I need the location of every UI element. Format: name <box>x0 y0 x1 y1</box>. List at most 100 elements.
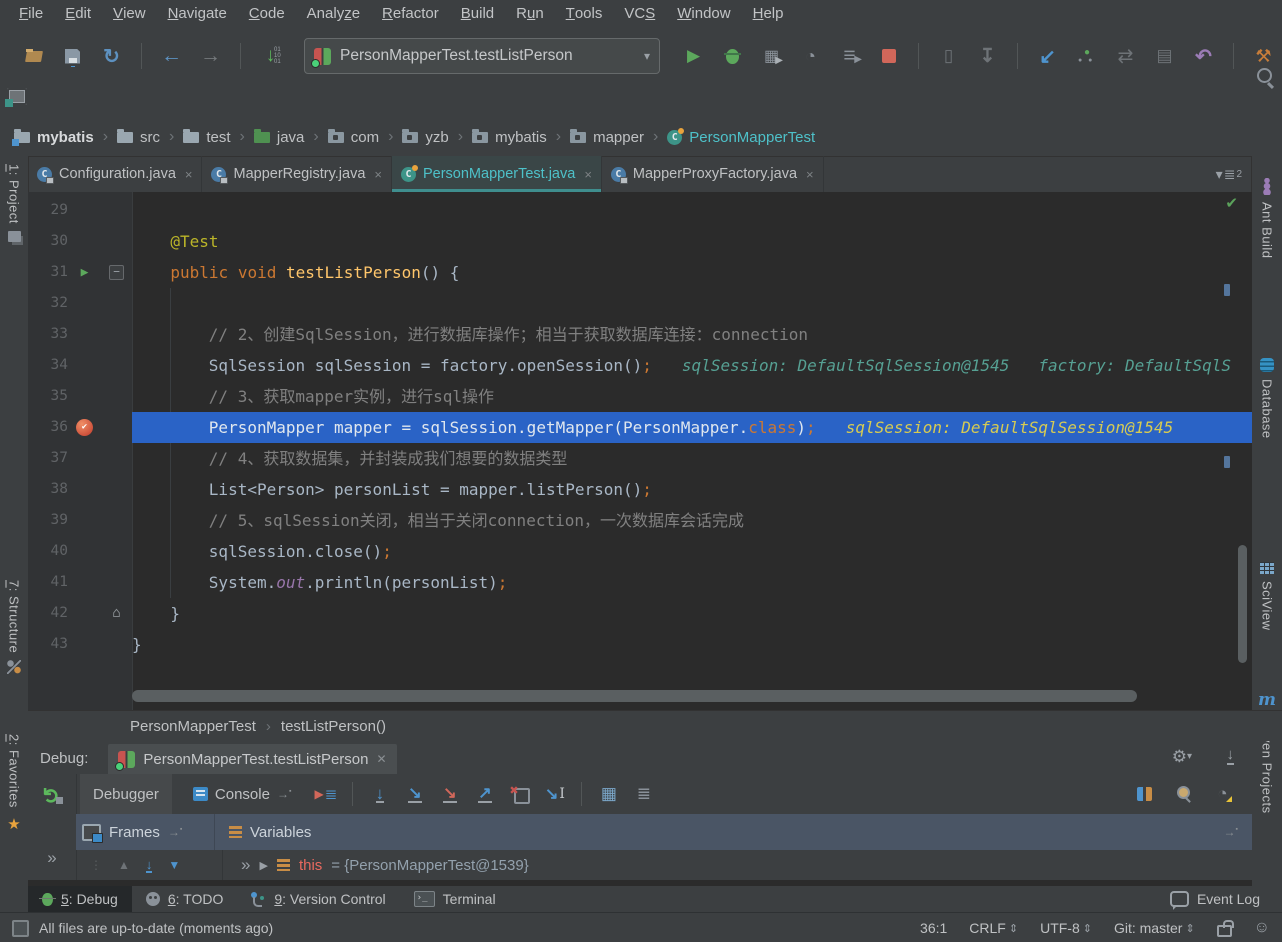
tool-strip-2-favorites[interactable]: 2: Favorites <box>0 734 28 833</box>
drag-handle-icon[interactable]: ⋮ <box>90 858 102 872</box>
memory-view-icon[interactable] <box>1170 781 1197 807</box>
settings-gear-icon[interactable]: ⚙▾ <box>1172 747 1192 767</box>
hide-window-icon[interactable]: ↓ <box>1226 746 1234 765</box>
menu-view[interactable]: View <box>102 0 157 27</box>
expand-icon[interactable]: ▶ <box>259 859 267 872</box>
tool-strip-maven-projects[interactable]: Maven Projects <box>1252 690 1282 814</box>
breadcrumb-mybatis[interactable]: mybatis <box>468 128 551 146</box>
run-configuration-select[interactable]: PersonMapperTest.testListPerson ▾ <box>304 38 660 74</box>
save-all-icon[interactable] <box>59 43 86 69</box>
run-icon[interactable] <box>680 43 707 69</box>
breadcrumb-mybatis[interactable]: mybatis <box>10 128 98 146</box>
tool-strip-1-project[interactable]: 1: Project <box>0 164 28 242</box>
screen-tool-icon[interactable] <box>5 88 27 107</box>
drop-frame-icon[interactable] <box>506 781 533 807</box>
back-icon[interactable] <box>158 43 185 69</box>
attach-to-process-icon[interactable] <box>935 43 962 69</box>
breadcrumb-class[interactable]: PersonMapperTest <box>130 718 256 735</box>
menu-code[interactable]: Code <box>238 0 296 27</box>
menu-edit[interactable]: Edit <box>54 0 102 27</box>
breadcrumb-test[interactable]: test <box>179 128 234 146</box>
breadcrumb-com[interactable]: com <box>324 128 383 146</box>
scrollbar-thumb[interactable] <box>132 690 1137 702</box>
scroll-to-source-icon[interactable] <box>1224 825 1238 839</box>
run-dashboard-icon[interactable] <box>836 43 863 69</box>
code-editor[interactable]: 29 30 @Test 31 ▶ − public void testListPerson(… <box>28 192 1252 710</box>
horizontal-scrollbar[interactable] <box>28 690 1252 702</box>
variable-row[interactable]: » ▶ this = {PersonMapperTest@1539} <box>223 855 529 875</box>
overhead-monitor-icon[interactable] <box>1209 781 1236 807</box>
scroll-to-end-icon[interactable] <box>277 787 291 801</box>
compare-icon[interactable] <box>1112 43 1139 69</box>
close-tab-icon[interactable]: × <box>806 167 814 182</box>
breakpoint-icon[interactable] <box>76 419 93 436</box>
frame-down-icon[interactable]: ▼ <box>168 858 180 872</box>
event-log-button[interactable]: Event Log <box>1169 891 1282 907</box>
menu-run[interactable]: Run <box>505 0 555 27</box>
menu-vcs[interactable]: VC S <box>613 0 666 27</box>
menu-help[interactable]: Help <box>742 0 795 27</box>
tab-mapperproxyfactory-java[interactable]: MapperProxyFactory.java× <box>602 156 824 192</box>
close-tab-icon[interactable]: × <box>584 167 592 182</box>
update-running-application-icon[interactable] <box>257 43 284 69</box>
toolwindow-button-9-version-control[interactable]: 9: Version Control <box>237 886 399 912</box>
force-step-into-icon[interactable] <box>436 781 463 807</box>
frame-pin-icon[interactable]: ↓ <box>145 858 153 873</box>
settings-layout-icon[interactable] <box>630 781 657 807</box>
run-with-coverage-icon[interactable] <box>758 43 785 69</box>
close-session-icon[interactable]: ✕ <box>377 752 387 766</box>
changes-icon[interactable] <box>1151 43 1178 69</box>
tab-debugger[interactable]: Debugger <box>80 774 172 814</box>
run-to-cursor-icon[interactable] <box>541 781 568 807</box>
fold-marker-icon[interactable]: ⌂ <box>112 598 120 629</box>
debug-session-tab[interactable]: PersonMapperTest.testListPerson ✕ <box>108 744 397 774</box>
inspections-profile-icon[interactable] <box>1254 919 1270 937</box>
menu-tools[interactable]: Tools <box>555 0 614 27</box>
step-over-icon[interactable] <box>366 781 393 807</box>
breadcrumb-method[interactable]: testListPerson() <box>281 718 386 735</box>
git-branch[interactable]: Git: master ⇕ <box>1114 920 1195 936</box>
scroll-to-source-icon[interactable] <box>168 825 182 839</box>
close-tab-icon[interactable]: × <box>185 167 193 182</box>
breadcrumb-java[interactable]: java <box>250 128 309 146</box>
breadcrumb-yzb[interactable]: yzb <box>398 128 452 146</box>
fold-marker-icon[interactable]: − <box>109 265 124 280</box>
rollback-icon[interactable] <box>1190 43 1217 69</box>
menu-build[interactable]: Build <box>450 0 505 27</box>
toolwindow-button-5-debug[interactable]: 5: Debug <box>28 886 132 912</box>
evaluate-expression-icon[interactable] <box>595 781 622 807</box>
tab-personmappertest-java[interactable]: PersonMapperTest.java× <box>391 156 602 192</box>
breadcrumb-src[interactable]: src <box>113 128 164 146</box>
menu-navigate[interactable]: Navigate <box>157 0 238 27</box>
open-file-icon[interactable] <box>20 43 47 69</box>
menu-refactor[interactable]: Refactor <box>371 0 450 27</box>
forward-icon[interactable] <box>197 43 224 69</box>
show-execution-point-icon[interactable] <box>312 781 339 807</box>
breadcrumb-personmappertest[interactable]: PersonMapperTest <box>663 127 819 146</box>
unlock-icon[interactable] <box>1216 919 1234 937</box>
rerun-icon[interactable] <box>39 782 66 808</box>
profiler-icon[interactable] <box>797 43 824 69</box>
menu-file[interactable]: File <box>8 0 54 27</box>
debug-icon[interactable] <box>719 43 746 69</box>
close-tab-icon[interactable]: × <box>374 167 382 182</box>
commit-changes-icon[interactable] <box>1073 43 1100 69</box>
step-into-icon[interactable] <box>401 781 428 807</box>
stop-icon[interactable] <box>875 43 902 69</box>
line-separator[interactable]: CRLF ⇕ <box>969 920 1018 936</box>
toolwindow-button-terminal[interactable]: Terminal <box>400 886 510 912</box>
tab-mapperregistry-java[interactable]: MapperRegistry.java× <box>202 156 392 192</box>
file-encoding[interactable]: UTF-8 ⇕ <box>1040 920 1092 936</box>
toolwindow-button-6-todo[interactable]: 6: TODO <box>132 886 238 912</box>
tab-console[interactable]: Console <box>180 774 305 814</box>
frame-up-icon[interactable]: ▲ <box>118 858 130 872</box>
threads-icon[interactable] <box>1131 781 1158 807</box>
tool-strip-database[interactable]: Database <box>1252 358 1282 439</box>
more-chevron-icon[interactable]: » <box>47 848 56 868</box>
step-out-icon[interactable] <box>471 781 498 807</box>
download-icon[interactable] <box>974 43 1001 69</box>
tool-strip-sciview[interactable]: SciView <box>1252 562 1282 631</box>
more-chevron-icon[interactable]: » <box>241 855 250 875</box>
search-everywhere-icon[interactable] <box>1251 64 1278 90</box>
toolwindow-toggle-icon[interactable] <box>12 919 29 937</box>
